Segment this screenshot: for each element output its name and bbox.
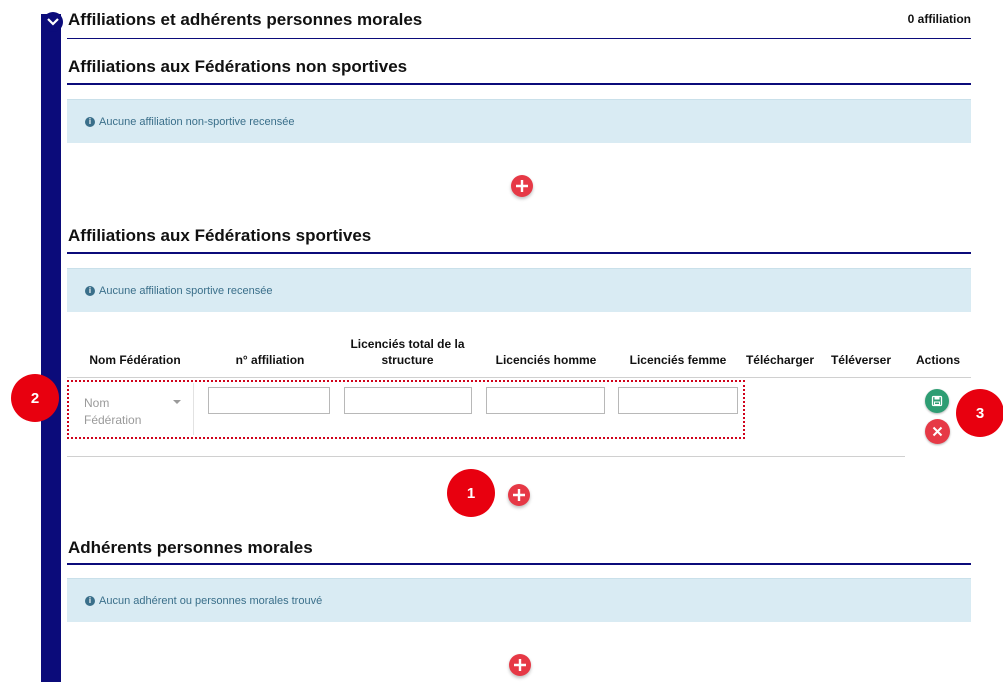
column-header-total: Licenciés total de la structure	[350, 337, 465, 367]
add-sportive-button[interactable]	[508, 484, 530, 506]
callout-badge-2: 2	[11, 374, 59, 422]
section-side-bar	[41, 14, 61, 682]
column-header-actions: Actions	[915, 353, 960, 367]
close-icon	[932, 426, 943, 437]
licencies-homme-input[interactable]	[486, 387, 605, 414]
empty-message: Aucun adhérent ou personnes morales trou…	[99, 594, 323, 607]
section-title-non-sportives: Affiliations aux Fédérations non sportiv…	[68, 57, 408, 76]
plus-icon	[514, 659, 526, 671]
save-icon	[931, 395, 943, 407]
caret-down-icon	[173, 400, 181, 404]
column-header-televerser: Téléverser	[830, 353, 892, 367]
licencies-femme-input[interactable]	[618, 387, 738, 414]
save-row-button[interactable]	[925, 389, 949, 413]
add-non-sportive-button[interactable]	[511, 175, 533, 197]
column-header-femme: Licenciés femme	[629, 353, 727, 367]
info-circle-icon: i	[85, 116, 95, 127]
column-header-federation: Nom Fédération	[89, 353, 181, 367]
empty-message: Aucune affiliation sportive recensée	[99, 284, 273, 297]
title-divider	[67, 38, 971, 39]
affiliation-count: 0 affiliation	[907, 12, 971, 26]
callout-badge-1: 1	[447, 469, 495, 517]
section-divider	[67, 83, 971, 85]
column-header-homme: Licenciés homme	[495, 353, 597, 367]
federation-select-placeholder: Nom Fédération	[84, 396, 142, 427]
federation-select[interactable]: Nom Fédération	[70, 383, 194, 435]
table-row-divider	[67, 456, 905, 457]
section-divider	[67, 252, 971, 254]
collapse-toggle-button[interactable]	[43, 12, 63, 32]
info-circle-icon: i	[85, 285, 95, 296]
table-header-divider	[67, 377, 971, 378]
chevron-down-icon	[47, 18, 59, 26]
empty-info-box: i Aucune affiliation sportive recensée	[67, 268, 971, 312]
column-header-telecharger: Télécharger	[745, 353, 815, 367]
empty-info-box: i Aucune affiliation non-sportive recens…	[67, 99, 971, 143]
affiliation-number-input[interactable]	[208, 387, 330, 414]
section-title-adherents: Adhérents personnes morales	[68, 538, 313, 557]
page-title: Affiliations et adhérents personnes mora…	[68, 10, 423, 29]
plus-icon	[516, 180, 528, 192]
empty-info-box: i Aucun adhérent ou personnes morales tr…	[67, 578, 971, 622]
info-circle-icon: i	[85, 595, 95, 606]
column-header-affiliation: n° affiliation	[235, 353, 305, 367]
cancel-row-button[interactable]	[925, 419, 950, 444]
total-licencies-input[interactable]	[344, 387, 472, 414]
plus-icon	[513, 489, 525, 501]
callout-badge-3: 3	[956, 389, 1003, 437]
add-adherent-button[interactable]	[509, 654, 531, 676]
section-title-sportives: Affiliations aux Fédérations sportives	[68, 226, 372, 245]
section-divider	[67, 563, 971, 565]
empty-message: Aucune affiliation non-sportive recensée	[99, 115, 295, 128]
